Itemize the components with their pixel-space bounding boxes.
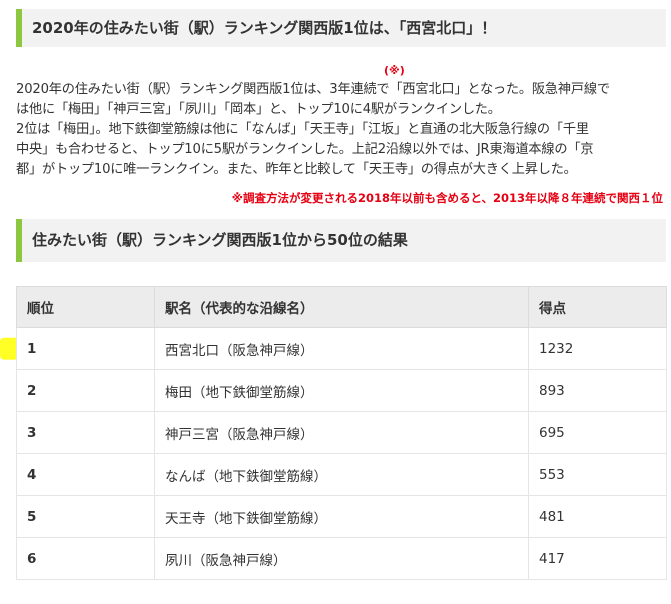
section-heading-results: 住みたい街（駅）ランキング関西版1位から50位の結果 xyxy=(16,219,666,262)
section-heading-top: 2020年の住みたい街（駅）ランキング関西版1位は、「西宮北口」！ xyxy=(16,9,666,47)
table-row: 6 夙川（阪急神戸線） 417 xyxy=(16,537,667,580)
table-row: 4 なんば（地下鉄御堂筋線） 553 xyxy=(16,453,667,496)
paragraph-line: は他に「梅田」「神戸三宮」「夙川」「岡本」と、トップ10に4駅がランクインした。 xyxy=(16,102,501,117)
rank-cell: 4 xyxy=(16,453,155,496)
ranking-table: 順位 駅名（代表的な沿線名） 得点 1 西宮北口（阪急神戸線） 1232 2 梅… xyxy=(16,286,667,580)
table-row: 5 天王寺（地下鉄御堂筋線） 481 xyxy=(16,495,667,538)
table-header-row: 順位 駅名（代表的な沿線名） 得点 xyxy=(16,286,667,328)
score-cell: 695 xyxy=(528,411,667,454)
station-cell: 天王寺（地下鉄御堂筋線） xyxy=(154,495,529,538)
score-cell: 1232 xyxy=(528,327,667,370)
score-cell: 553 xyxy=(528,453,667,496)
score-cell: 893 xyxy=(528,369,667,412)
paragraph-line: 都」がトップ10に唯一ランクイン。また、昨年と比較して「天王寺」の得点が大きく上… xyxy=(16,162,577,177)
paragraph-line: 2位は「梅田」。地下鉄御堂筋線は他に「なんば」「天王寺」「江坂」と直通の北大阪急… xyxy=(16,122,589,137)
paragraph-line: 2020年の住みたい街（駅）ランキング関西版1位は、3年連続で「西宮北口」となっ… xyxy=(16,82,610,97)
rank-cell: 3 xyxy=(16,411,155,454)
table-row: 3 神戸三宮（阪急神戸線） 695 xyxy=(16,411,667,454)
intro-paragraph: 2020年の住みたい街（駅）ランキング関西版1位は、3年連続で「西宮北口」となっ… xyxy=(16,80,666,180)
station-cell: 梅田（地下鉄御堂筋線） xyxy=(154,369,529,412)
table-row: 1 西宮北口（阪急神戸線） 1232 xyxy=(16,327,667,370)
station-cell: 神戸三宮（阪急神戸線） xyxy=(154,411,529,454)
station-cell: 夙川（阪急神戸線） xyxy=(154,537,529,580)
score-cell: 481 xyxy=(528,495,667,538)
station-cell: なんば（地下鉄御堂筋線） xyxy=(154,453,529,496)
rank-cell: 5 xyxy=(16,495,155,538)
paragraph-line: 中央」も合わせると、トップ10に5駅がランクインした。上記2沿線以外では、JR東… xyxy=(16,142,594,157)
note-marker: (※) xyxy=(384,64,405,77)
header-score: 得点 xyxy=(528,286,667,328)
survey-note: ※調査方法が変更される2018年以前も含めると、2013年以降８年連続で関西１位 xyxy=(231,191,663,205)
header-station: 駅名（代表的な沿線名） xyxy=(154,286,529,328)
rank-cell: 1 xyxy=(16,327,155,370)
station-cell: 西宮北口（阪急神戸線） xyxy=(154,327,529,370)
table-row: 2 梅田（地下鉄御堂筋線） 893 xyxy=(16,369,667,412)
header-rank: 順位 xyxy=(16,286,155,328)
rank-cell: 2 xyxy=(16,369,155,412)
score-cell: 417 xyxy=(528,537,667,580)
rank-cell: 6 xyxy=(16,537,155,580)
